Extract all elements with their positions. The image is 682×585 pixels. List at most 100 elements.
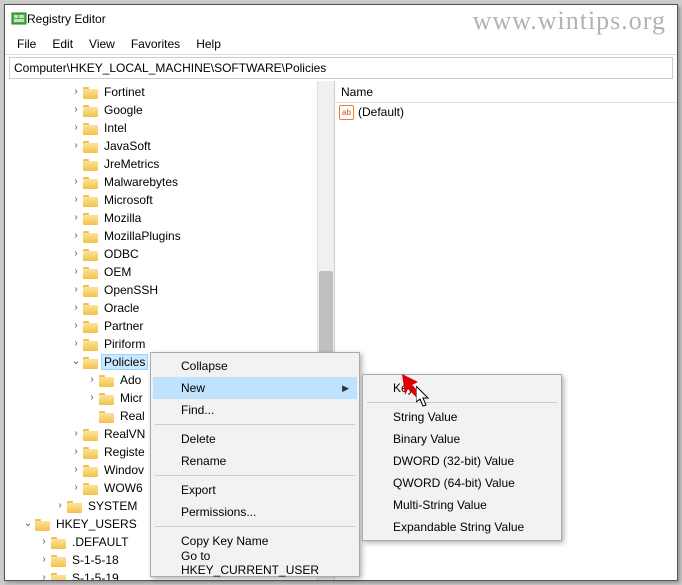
tree-item[interactable]: › Fortinet bbox=[5, 83, 334, 101]
folder-icon bbox=[83, 230, 99, 243]
tree-item-label: JavaSoft bbox=[102, 139, 153, 153]
chevron-right-icon[interactable]: › bbox=[69, 319, 83, 333]
value-name: (Default) bbox=[358, 105, 404, 119]
chevron-right-icon[interactable]: › bbox=[69, 121, 83, 135]
address-text: Computer\HKEY_LOCAL_MACHINE\SOFTWARE\Pol… bbox=[14, 61, 326, 75]
chevron-down-icon[interactable]: ⌄ bbox=[69, 355, 83, 369]
folder-icon bbox=[83, 122, 99, 135]
tree-item[interactable]: ›MozillaPlugins bbox=[5, 227, 334, 245]
chevron-right-icon[interactable]: › bbox=[69, 229, 83, 243]
tree-item[interactable]: › Partner bbox=[5, 317, 334, 335]
tree-item-label: Oracle bbox=[102, 301, 141, 315]
folder-icon bbox=[83, 320, 99, 333]
ctx-new-expand[interactable]: Expandable String Value bbox=[365, 516, 559, 538]
menu-view[interactable]: View bbox=[81, 35, 123, 53]
list-row-default[interactable]: ab (Default) bbox=[335, 103, 677, 121]
chevron-down-icon[interactable]: ⌄ bbox=[21, 517, 35, 531]
menu-file[interactable]: File bbox=[9, 35, 44, 53]
chevron-right-icon[interactable]: › bbox=[37, 535, 51, 549]
address-bar[interactable]: Computer\HKEY_LOCAL_MACHINE\SOFTWARE\Pol… bbox=[9, 57, 673, 79]
tree-item-label: Partner bbox=[102, 319, 145, 333]
chevron-right-icon[interactable]: › bbox=[85, 391, 99, 405]
ctx-new-binary[interactable]: Binary Value bbox=[365, 428, 559, 450]
folder-icon bbox=[83, 356, 99, 369]
menu-help[interactable]: Help bbox=[188, 35, 229, 53]
chevron-right-icon[interactable]: › bbox=[69, 247, 83, 261]
tree-item-label: OEM bbox=[102, 265, 133, 279]
tree-item-label: Google bbox=[102, 103, 145, 117]
ctx-separator bbox=[155, 424, 355, 425]
ctx-new-dword[interactable]: DWORD (32-bit) Value bbox=[365, 450, 559, 472]
tree-item-label: Mozilla bbox=[102, 211, 143, 225]
ctx-separator bbox=[155, 475, 355, 476]
folder-icon bbox=[35, 518, 51, 531]
tree-item[interactable]: › OpenSSH bbox=[5, 281, 334, 299]
chevron-right-icon[interactable]: › bbox=[69, 139, 83, 153]
ctx-export[interactable]: Export bbox=[153, 479, 357, 501]
chevron-right-icon[interactable]: › bbox=[69, 427, 83, 441]
chevron-right-icon[interactable]: › bbox=[69, 337, 83, 351]
ctx-new[interactable]: New▶ bbox=[153, 377, 357, 399]
menu-bar: File Edit View Favorites Help bbox=[5, 33, 677, 55]
tree-item-label: OpenSSH bbox=[102, 283, 160, 297]
ctx-new-multi[interactable]: Multi-String Value bbox=[365, 494, 559, 516]
chevron-right-icon[interactable]: › bbox=[69, 481, 83, 495]
folder-icon bbox=[51, 572, 67, 581]
tree-item[interactable]: › OEM bbox=[5, 263, 334, 281]
ctx-permissions[interactable]: Permissions... bbox=[153, 501, 357, 523]
chevron-right-icon[interactable]: › bbox=[69, 193, 83, 207]
tree-item-label: SYSTEM bbox=[86, 499, 139, 513]
mouse-cursor-icon bbox=[416, 386, 432, 408]
chevron-right-icon[interactable]: › bbox=[37, 571, 51, 580]
chevron-right-icon[interactable]: › bbox=[37, 553, 51, 567]
tree-item[interactable]: › ODBC bbox=[5, 245, 334, 263]
tree-item-label: Registe bbox=[102, 445, 147, 459]
ctx-separator bbox=[155, 526, 355, 527]
tree-item-label: HKEY_USERS bbox=[54, 517, 139, 531]
ctx-delete[interactable]: Delete bbox=[153, 428, 357, 450]
tree-item[interactable]: ›Piriform bbox=[5, 335, 334, 353]
tree-item-label: Fortinet bbox=[102, 85, 147, 99]
ctx-find[interactable]: Find... bbox=[153, 399, 357, 421]
tree-item[interactable]: › Google bbox=[5, 101, 334, 119]
chevron-right-icon[interactable]: › bbox=[53, 499, 67, 513]
folder-icon bbox=[83, 104, 99, 117]
folder-icon bbox=[83, 338, 99, 351]
chevron-right-icon[interactable]: › bbox=[69, 85, 83, 99]
chevron-right-icon[interactable]: › bbox=[69, 211, 83, 225]
ctx-new-string[interactable]: String Value bbox=[365, 406, 559, 428]
tree-item-label: Malwarebytes bbox=[102, 175, 180, 189]
ctx-rename[interactable]: Rename bbox=[153, 450, 357, 472]
ctx-collapse[interactable]: Collapse bbox=[153, 355, 357, 377]
chevron-right-icon[interactable]: › bbox=[69, 463, 83, 477]
list-header-name[interactable]: Name bbox=[335, 81, 677, 103]
tree-item-label: Intel bbox=[102, 121, 129, 135]
tree-item[interactable]: › Mozilla bbox=[5, 209, 334, 227]
tree-item-label: Microsoft bbox=[102, 193, 155, 207]
tree-item-label: ODBC bbox=[102, 247, 141, 261]
folder-icon bbox=[83, 212, 99, 225]
tree-item-label: WOW6 bbox=[102, 481, 145, 495]
menu-edit[interactable]: Edit bbox=[44, 35, 81, 53]
tree-item[interactable]: › Microsoft bbox=[5, 191, 334, 209]
tree-item-label: RealVN bbox=[102, 427, 147, 441]
tree-item[interactable]: › JavaSoft bbox=[5, 137, 334, 155]
ctx-goto-hkcu[interactable]: Go to HKEY_CURRENT_USER bbox=[153, 552, 357, 574]
ctx-new-key[interactable]: Key bbox=[365, 377, 559, 399]
folder-icon bbox=[83, 284, 99, 297]
chevron-right-icon[interactable]: › bbox=[69, 283, 83, 297]
chevron-right-icon[interactable]: › bbox=[69, 301, 83, 315]
tree-item[interactable]: › Intel bbox=[5, 119, 334, 137]
tree-item[interactable]: › Malwarebytes bbox=[5, 173, 334, 191]
chevron-right-icon[interactable]: › bbox=[69, 265, 83, 279]
app-icon bbox=[11, 10, 27, 29]
chevron-right-icon[interactable]: › bbox=[69, 175, 83, 189]
chevron-right-icon[interactable]: › bbox=[69, 103, 83, 117]
ctx-separator bbox=[367, 402, 557, 403]
chevron-right-icon[interactable]: › bbox=[69, 445, 83, 459]
menu-favorites[interactable]: Favorites bbox=[123, 35, 188, 53]
chevron-right-icon[interactable]: › bbox=[85, 373, 99, 387]
ctx-new-qword[interactable]: QWORD (64-bit) Value bbox=[365, 472, 559, 494]
tree-item[interactable]: JreMetrics bbox=[5, 155, 334, 173]
tree-item[interactable]: › Oracle bbox=[5, 299, 334, 317]
